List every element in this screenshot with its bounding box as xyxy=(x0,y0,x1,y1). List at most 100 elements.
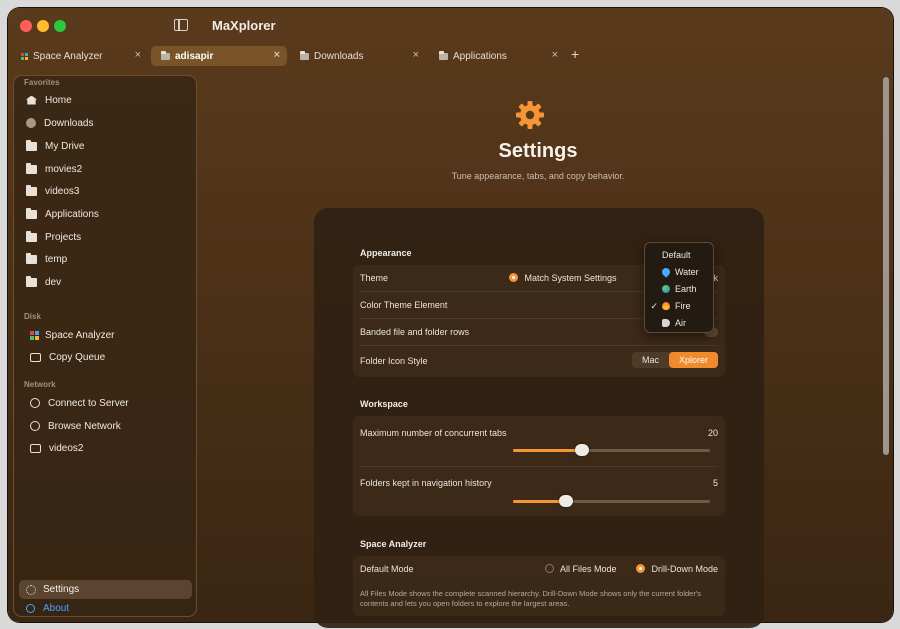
history-slider[interactable] xyxy=(513,495,710,507)
sidebar-item-settings[interactable]: Settings xyxy=(19,580,192,599)
globe-icon xyxy=(30,421,40,431)
sidebar-item-home[interactable]: Home xyxy=(26,90,190,110)
folder-style-mac[interactable]: Mac xyxy=(632,352,669,368)
title-bar: MaXplorer xyxy=(8,8,893,44)
space-analyzer-icon xyxy=(30,330,39,340)
section-title-appearance: Appearance xyxy=(360,248,412,258)
sidebar-item-label: Settings xyxy=(43,584,80,595)
menu-item-default[interactable]: Default xyxy=(645,247,713,263)
space-analyzer-icon xyxy=(21,52,28,60)
folder-icon xyxy=(26,252,37,264)
banded-rows-label: Banded file and folder rows xyxy=(360,327,470,337)
tab-close-icon[interactable]: × xyxy=(135,49,141,61)
tab-bar: Space Analyzer × adisapir × Downloads × … xyxy=(8,46,893,68)
folder-icon xyxy=(439,50,448,60)
max-tabs-row: Maximum number of concurrent tabs 20 xyxy=(360,428,718,438)
sidebar-item-label: temp xyxy=(45,253,68,265)
sidebar-item-label: Home xyxy=(45,94,72,106)
sidebar-item-browse-network[interactable]: Browse Network xyxy=(30,416,194,436)
menu-item-label: Default xyxy=(662,250,691,260)
color-theme-menu: Default Water Earth ✓ Fire Air xyxy=(644,242,714,333)
minimize-window-button[interactable] xyxy=(37,20,49,32)
sidebar-item-downloads[interactable]: Downloads xyxy=(26,113,190,133)
tab-close-icon[interactable]: × xyxy=(552,49,558,61)
tab-downloads[interactable]: Downloads × xyxy=(290,46,426,66)
default-mode-label: Default Mode xyxy=(360,564,414,574)
sidebar-item-label: Downloads xyxy=(44,117,94,129)
sidebar-item-about[interactable]: About xyxy=(26,603,69,614)
sidebar-item-videos3[interactable]: videos3 xyxy=(26,181,190,201)
gear-icon xyxy=(26,584,36,595)
folder-icon xyxy=(26,275,37,287)
gear-icon xyxy=(516,101,544,129)
tab-space-analyzer[interactable]: Space Analyzer × xyxy=(11,46,148,66)
folder-icon xyxy=(26,230,37,242)
theme-option-partial: k xyxy=(713,273,719,283)
folder-icon xyxy=(26,184,37,196)
menu-item-earth[interactable]: Earth xyxy=(645,281,713,297)
page-subtitle: Tune appearance, tabs, and copy behavior… xyxy=(451,171,625,181)
scrollbar-thumb[interactable] xyxy=(883,77,889,455)
folder-icon xyxy=(300,50,309,60)
sidebar-section-favorites: Favorites xyxy=(24,78,60,87)
theme-option-label: Match System Settings xyxy=(524,273,617,283)
sidebar-item-label: videos3 xyxy=(45,185,80,197)
folder-icon-style-segmented-control: Mac Xplorer xyxy=(631,352,718,368)
theme-option-match-system[interactable]: Match System Settings xyxy=(509,273,617,283)
section-title-workspace: Workspace xyxy=(360,399,408,409)
close-window-button[interactable] xyxy=(20,20,32,32)
default-mode-row: Default Mode All Files Mode Drill-Down M… xyxy=(360,564,718,574)
page-title: Settings xyxy=(498,140,578,162)
menu-item-air[interactable]: Air xyxy=(645,315,713,331)
tab-label: Downloads xyxy=(314,50,364,62)
sidebar-item-label: Connect to Server xyxy=(48,397,129,409)
color-theme-label: Color Theme Element xyxy=(360,300,448,310)
folder-icon-style-label: Folder Icon Style xyxy=(360,356,428,366)
tab-adisapir[interactable]: adisapir × xyxy=(151,46,287,66)
sidebar-item-projects[interactable]: Projects xyxy=(26,227,190,247)
sidebar-item-label: videos2 xyxy=(49,442,84,454)
slider-knob[interactable] xyxy=(559,495,574,507)
sidebar-item-copy-queue[interactable]: Copy Queue xyxy=(30,347,194,367)
workspace-group: Maximum number of concurrent tabs 20 Fol… xyxy=(353,416,725,516)
sidebar-item-label: About xyxy=(43,603,70,614)
tab-label: adisapir xyxy=(175,50,214,62)
zoom-window-button[interactable] xyxy=(54,20,66,32)
tab-applications[interactable]: Applications × xyxy=(429,46,565,66)
sidebar-section-network: Network xyxy=(24,380,56,389)
sidebar-item-videos2[interactable]: videos2 xyxy=(30,438,194,458)
tab-close-icon[interactable]: × xyxy=(274,49,280,61)
new-tab-button[interactable]: + xyxy=(571,46,579,62)
folder-icon xyxy=(161,50,170,60)
sidebar-item-dev[interactable]: dev xyxy=(26,272,190,292)
sidebar-item-connect-to-server[interactable]: Connect to Server xyxy=(30,393,194,413)
radio-selected-icon xyxy=(509,273,518,282)
wind-icon xyxy=(662,319,670,327)
folder-style-xplorer[interactable]: Xplorer xyxy=(668,352,718,368)
tab-label: Space Analyzer xyxy=(33,50,103,62)
menu-item-water[interactable]: Water xyxy=(645,264,713,280)
slider-knob[interactable] xyxy=(574,444,589,456)
sidebar-item-temp[interactable]: temp xyxy=(26,249,190,269)
sidebar-toggle-icon[interactable] xyxy=(174,19,188,31)
divider xyxy=(360,345,718,346)
tab-close-icon[interactable]: × xyxy=(413,49,419,61)
sidebar-item-label: Space Analyzer xyxy=(45,329,115,341)
max-tabs-slider[interactable] xyxy=(513,444,710,456)
tab-label: Applications xyxy=(453,50,507,62)
sidebar-item-applications[interactable]: Applications xyxy=(26,204,190,224)
sidebar-item-label: Applications xyxy=(45,208,99,220)
menu-item-fire[interactable]: ✓ Fire xyxy=(645,298,713,314)
mode-drill-down[interactable]: Drill-Down Mode xyxy=(635,564,718,574)
checkmark-icon: ✓ xyxy=(650,300,658,311)
home-icon xyxy=(26,95,37,105)
menu-item-label: Fire xyxy=(675,301,691,311)
mode-all-files[interactable]: All Files Mode xyxy=(545,564,617,574)
history-label: Folders kept in navigation history xyxy=(360,478,492,488)
copy-queue-icon xyxy=(30,352,41,362)
server-icon xyxy=(30,443,41,453)
mode-drill-down-label: Drill-Down Mode xyxy=(651,564,718,574)
sidebar-item-space-analyzer[interactable]: Space Analyzer xyxy=(30,325,194,345)
menu-item-label: Earth xyxy=(675,284,697,294)
fire-icon xyxy=(662,302,670,310)
